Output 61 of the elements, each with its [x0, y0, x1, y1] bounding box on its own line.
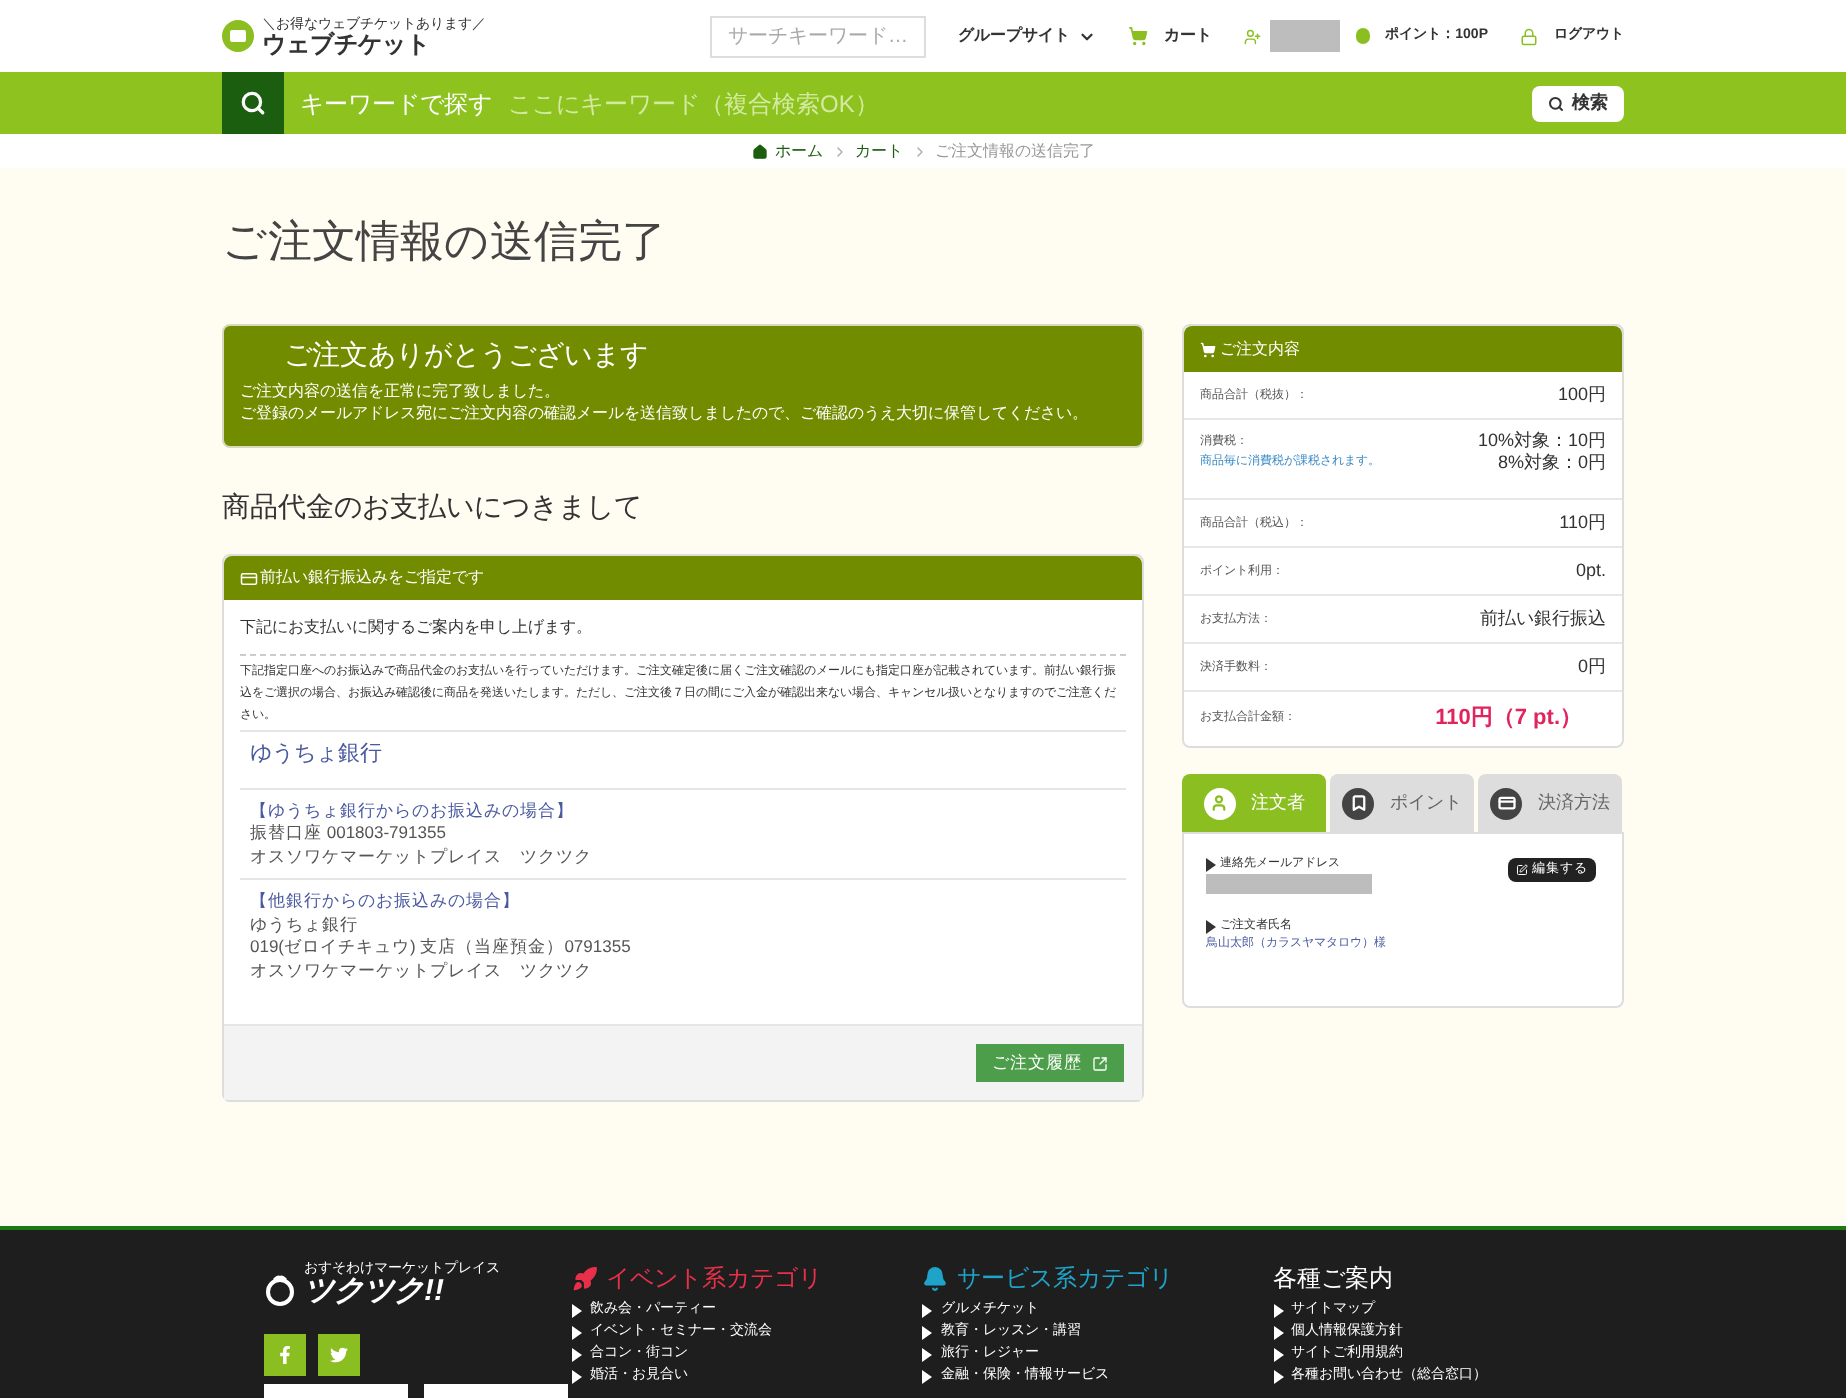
summary-value: 0pt. — [1575, 560, 1606, 582]
breadcrumb-link[interactable]: カート — [855, 139, 903, 163]
footer-heading: イベント系カテゴリ — [605, 1262, 822, 1296]
transfer-detail: ゆうちょ銀行 — [250, 913, 360, 936]
cart-icon — [1200, 341, 1216, 357]
group-site-dropdown[interactable]: グループサイト — [958, 24, 1096, 48]
tab[interactable]: ポイント — [1330, 774, 1474, 832]
search-icon — [240, 90, 266, 116]
breadcrumb-link[interactable]: ホーム — [775, 139, 823, 163]
search-icon-box[interactable] — [222, 72, 284, 134]
order-summary-title: ご注文内容 — [1220, 337, 1300, 361]
summary-value: 8%対象：0円 — [1497, 452, 1606, 474]
transfer-detail: 振替口座 001803-791355 — [250, 822, 448, 845]
search-icon — [1548, 95, 1564, 111]
payment-method-heading: 前払い銀行振込みをご指定です — [260, 566, 484, 590]
redacted-user-name — [1269, 20, 1341, 52]
facebook-icon — [276, 1346, 294, 1364]
search-button[interactable]: 検索 — [1532, 85, 1624, 121]
summary-value: 0円 — [1577, 656, 1606, 678]
summary-value: 100円 — [1557, 384, 1606, 406]
payment-intro: 下記にお支払いに関するご案内を申し上げます。 — [240, 616, 1126, 656]
transfer-heading: 【他銀行からのお振込みの場合】 — [250, 890, 522, 913]
summary-value: 110円 — [1559, 512, 1606, 534]
external-link-icon — [1092, 1055, 1108, 1071]
transfer-detail: オスソワケマーケットプレイス ツクツク — [250, 845, 594, 868]
rocket-icon — [571, 1265, 598, 1291]
transfer-heading: 【ゆうちょ銀行からのお振込みの場合】 — [250, 799, 576, 822]
keyword-search-bar[interactable]: キーワードで探す ここにキーワード（複合検索OK） 検索 — [0, 72, 1846, 134]
page-title: ご注文情報の送信完了 — [222, 214, 668, 270]
footer-heading: 各種ご案内 — [1273, 1262, 1394, 1296]
footer-heading: サービス系カテゴリ — [956, 1262, 1173, 1296]
section-heading: 商品代金のお支払いにつきまして — [222, 488, 644, 526]
caret-icon — [1206, 858, 1216, 872]
twitter-button[interactable] — [318, 1334, 360, 1376]
summary-value: 前払い銀行振込 — [1480, 608, 1606, 630]
user-plus-icon — [1244, 25, 1262, 47]
home-icon — [751, 143, 767, 159]
summary-value: 10%対象：10円 — [1477, 430, 1606, 452]
transfer-detail: 019(ゼロイチキュウ) 支店（当座預金）0791355 — [250, 936, 633, 959]
card-icon — [240, 569, 258, 587]
thanks-title: ご注文ありがとうございます — [282, 336, 650, 374]
bank-name: ゆうちょ銀行 — [240, 732, 1126, 789]
bell-icon — [922, 1265, 949, 1291]
user-icon — [1203, 787, 1235, 819]
cart-icon — [1128, 26, 1148, 46]
twitter-icon — [330, 1346, 348, 1364]
ticket-icon — [222, 20, 254, 52]
bookmark-icon — [1342, 787, 1374, 819]
tab[interactable]: 決済方法 — [1478, 774, 1622, 832]
thanks-message: ご注文内容の送信を正常に完了致しました。 ご登録のメールアドレス宛にご注文内容の確認メールを送信致しましたので、ご確認のうえ大切に保管してください。 — [240, 380, 1090, 424]
breadcrumb-current: ご注文情報の送信完了 — [935, 139, 1095, 163]
keyword-label: キーワードで探す — [300, 87, 492, 121]
search-field[interactable]: サーチキーワード… — [710, 15, 926, 57]
total-amount: 110円（7 pt.） — [1435, 704, 1582, 735]
transfer-detail: オスソワケマーケットプレイス ツクツク — [250, 959, 594, 982]
caret-icon — [1206, 920, 1216, 934]
card-icon — [1490, 787, 1522, 819]
facebook-button[interactable] — [264, 1334, 306, 1376]
cart-link[interactable]: カート — [1128, 24, 1212, 48]
edit-icon — [1516, 864, 1528, 876]
lock-icon — [1520, 27, 1538, 45]
